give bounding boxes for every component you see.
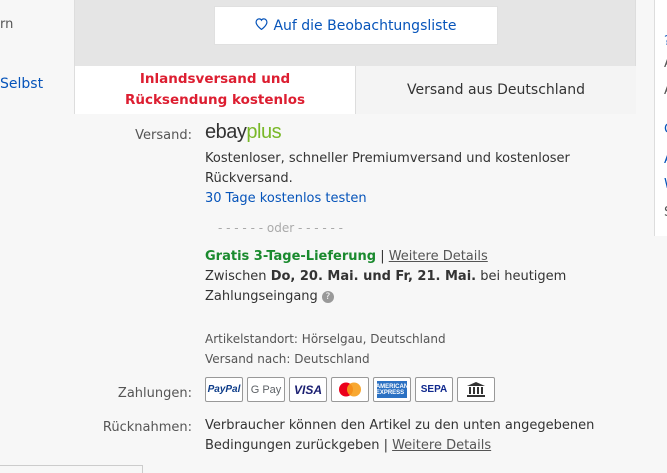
tab-domestic-label: Inlandsversand und Rücksendung kostenlos [124, 71, 306, 108]
returns-text: Verbraucher können den Artikel zu den un… [205, 418, 595, 453]
visa-icon: VISA [289, 377, 327, 402]
watchlist-label: Auf die Beobachtungsliste [273, 17, 457, 34]
payment-methods: PayPal G Pay VISA AMERICAN EXPRESS SEPA [205, 377, 495, 402]
shipping-tabs: Inlandsversand und Rücksendung kostenlos… [75, 66, 636, 114]
paypal-icon: PayPal [205, 377, 243, 402]
tab-germany-label: Versand aus Deutschland [407, 82, 585, 98]
heart-icon [255, 17, 268, 34]
returns-label: Rücknahmen: [102, 420, 192, 435]
delivery-details-link[interactable]: Weitere Details [389, 249, 488, 264]
divider [0, 465, 142, 466]
help-icon[interactable]: ? [321, 290, 334, 303]
watchlist-button[interactable]: Auf die Beobachtungsliste [214, 6, 498, 45]
left-text-fragment: rn [0, 17, 14, 32]
left-column: rn Selbst [0, 0, 58, 473]
watchlist-shipping-box: Auf die Beobachtungsliste Inlandsversand… [74, 0, 636, 114]
divider [142, 465, 143, 473]
mastercard-icon [331, 377, 369, 402]
payments-label: Zahlungen: [117, 386, 192, 401]
left-link-fragment[interactable]: Selbst [0, 76, 43, 92]
ships-to: Versand nach: Deutschland [205, 352, 370, 366]
sepa-icon: SEPA [415, 377, 453, 402]
delivery-dates: Zwischen Do, 20. Mai. und Fr, 21. Mai. b… [205, 269, 567, 304]
returns-details-link[interactable]: Weitere Details [392, 438, 491, 453]
free-delivery-row: Gratis 3-Tage-Lieferung | Weitere Detail… [205, 249, 488, 264]
shipping-description: Kostenloser, schneller Premiumversand un… [205, 151, 570, 186]
amex-icon: AMERICAN EXPRESS [373, 377, 411, 402]
free-delivery-text: Gratis 3-Tage-Lieferung [205, 249, 377, 264]
right-column: ? A A C A W S [654, 0, 667, 236]
ebay-plus-logo: ebayplus [205, 121, 282, 143]
free-trial-link[interactable]: 30 Tage kostenlos testen [205, 189, 367, 209]
tab-domestic-shipping[interactable]: Inlandsversand und Rücksendung kostenlos [75, 66, 356, 114]
bank-transfer-icon [457, 377, 495, 402]
item-location: Artikelstandort: Hörselgau, Deutschland [205, 332, 446, 346]
shipping-label: Versand: [135, 128, 192, 143]
google-pay-icon: G Pay [247, 377, 285, 402]
or-divider: - - - - - - oder - - - - - - [218, 221, 344, 235]
tab-ships-from-germany[interactable]: Versand aus Deutschland [356, 66, 636, 114]
